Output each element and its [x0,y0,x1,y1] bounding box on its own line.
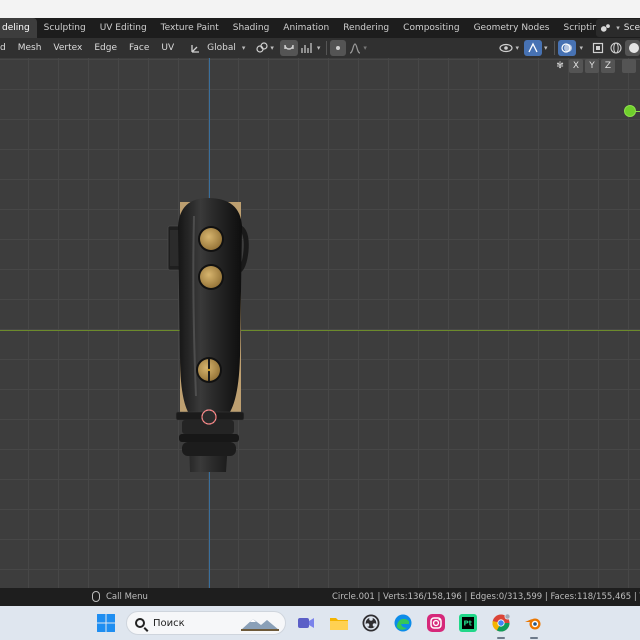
separator [554,41,556,55]
mirror-y-button[interactable]: Y [585,59,599,73]
pivot-point-button[interactable]: ▾ [253,40,277,56]
edge-browser-icon[interactable] [393,613,413,633]
orientation-label: Global [207,43,236,53]
chevron-down-icon: ▾ [515,44,519,52]
mountain-highlight-icon [241,619,279,631]
xray-toggle[interactable] [589,40,607,56]
scene-selector[interactable]: ▾ Sce [596,19,640,37]
menu-face[interactable]: Face [123,43,155,53]
menu-mesh[interactable]: Mesh [12,43,48,53]
chevron-down-icon: ▾ [270,44,274,52]
mirror-axis-controls: ✾ X Y Z [553,59,636,73]
butterfly-mirror-icon: ✾ [556,61,564,71]
status-bar: Call Menu Circle.001 | Verts:136/158,196… [0,588,640,606]
scene-statistics: Circle.001 | Verts:136/158,196 | Edges:0… [332,592,640,602]
tab-rendering[interactable]: Rendering [336,18,396,38]
blender-window: deling Sculpting UV Editing Texture Pain… [0,0,640,640]
link-icon [256,42,268,53]
proportional-edit-toggle[interactable] [330,40,347,56]
viewport-header: d Mesh Vertex Edge Face UV Global ▾ ▾ ▾ … [0,38,640,58]
visibility-button[interactable]: ▾ [496,40,522,56]
mirror-x-button[interactable]: X [569,59,583,73]
chevron-down-icon: ▾ [543,44,548,52]
tab-sculpting[interactable]: Sculpting [37,18,93,38]
tab-animation[interactable]: Animation [276,18,336,38]
shading-wireframe[interactable] [607,40,625,56]
orientation-icon [191,45,200,53]
search-placeholder: Поиск [153,617,185,629]
solid-sphere-icon [629,43,639,53]
snap-increment-icon [301,43,312,53]
navigation-gizmo-y[interactable] [624,105,636,117]
file-explorer-icon[interactable] [329,613,349,633]
chrome-running-indicator [497,637,505,639]
tab-compositing[interactable]: Compositing [396,18,466,38]
blender-running-indicator [530,637,538,639]
mirror-options-button[interactable] [622,59,636,73]
workspace-tabs: deling Sculpting UV Editing Texture Pain… [0,18,640,38]
search-icon [135,618,145,628]
overlays-toggle[interactable] [558,40,577,56]
menu-edge[interactable]: Edge [88,43,123,53]
falloff-button[interactable]: ▾ [346,40,370,56]
tab-uv-editing[interactable]: UV Editing [93,18,154,38]
scene-icon [600,24,610,32]
wireframe-sphere-icon [610,42,622,54]
eye-icon [499,43,514,53]
gizmo-toggle[interactable] [523,40,542,56]
snap-toggle[interactable] [279,40,298,56]
tab-texture-paint[interactable]: Texture Paint [154,18,226,38]
shading-solid[interactable] [625,40,640,56]
separator [326,41,328,55]
transform-orientation[interactable]: Global ▾ [190,42,245,54]
magnet-icon [284,44,294,50]
chevron-down-icon: ▾ [316,44,321,52]
obs-icon[interactable] [361,613,381,633]
title-strip [0,0,640,18]
video-meet-icon[interactable] [296,613,316,633]
chevron-down-icon: ▾ [241,44,246,52]
chevron-down-icon: ▾ [579,44,583,52]
overlays-icon [561,43,573,53]
call-menu-label: Call Menu [106,591,148,602]
mouse-icon [92,591,100,602]
call-menu-hint: Call Menu [92,591,148,602]
instagram-icon[interactable] [426,613,446,633]
3d-viewport[interactable]: ✾ X Y Z [0,58,640,588]
chevron-down-icon: ▾ [616,24,620,32]
chevron-down-icon: ▾ [363,44,367,52]
scene-name: Sce [623,23,640,33]
menu-select[interactable]: d [0,43,12,53]
dot-circle-icon [336,46,341,50]
tab-geometry-nodes[interactable]: Geometry Nodes [467,18,557,38]
windows-taskbar: Поиск Pt [0,606,640,640]
snap-target-button[interactable]: ▾ [298,40,324,56]
menu-uv[interactable]: UV [155,43,180,53]
xray-icon [592,42,604,54]
tab-modeling[interactable]: deling [0,18,37,38]
falloff-curve-icon [350,43,361,54]
x-axis-line [0,330,640,331]
svg-text:Pt: Pt [464,620,473,628]
gizmo-icon [528,42,538,53]
windows-start-icon[interactable] [96,613,116,633]
tab-shading[interactable]: Shading [226,18,277,38]
chrome-icon[interactable] [491,613,511,633]
blender-icon[interactable] [524,613,544,633]
model-top-view [167,198,249,472]
mirror-z-button[interactable]: Z [601,59,615,73]
menu-vertex[interactable]: Vertex [47,43,88,53]
taskbar-search[interactable]: Поиск [126,611,286,635]
pycharm-icon[interactable]: Pt [458,613,478,633]
